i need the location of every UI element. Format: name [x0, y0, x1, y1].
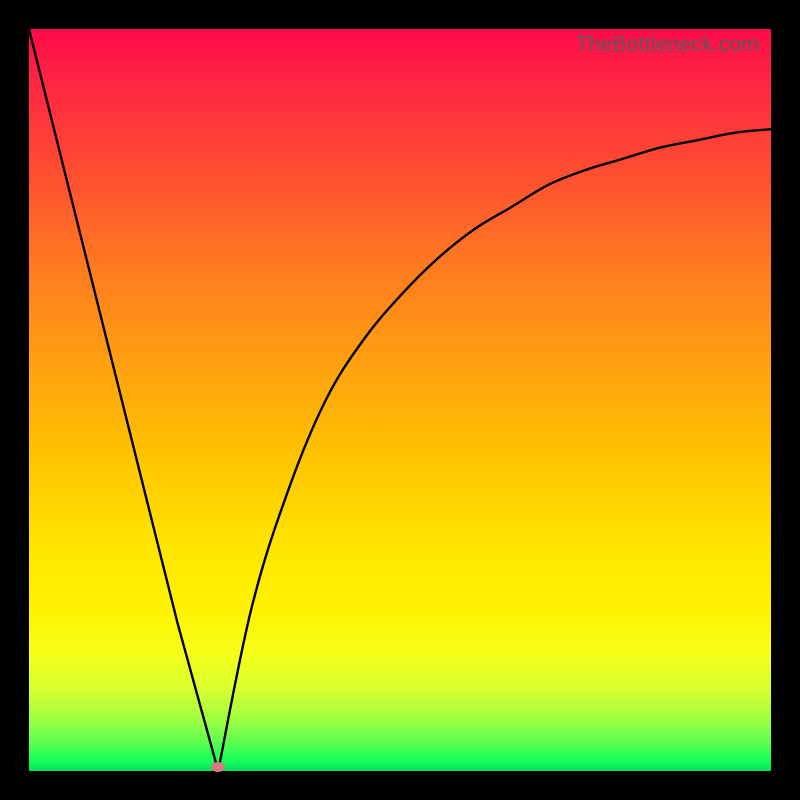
watermark-text: TheBottleneck.com — [576, 33, 759, 57]
vertex-marker — [211, 762, 225, 772]
chart-curve — [29, 29, 771, 771]
chart-plot-area: TheBottleneck.com — [29, 29, 771, 771]
chart-frame: TheBottleneck.com — [0, 0, 800, 800]
curve-path — [29, 29, 771, 771]
